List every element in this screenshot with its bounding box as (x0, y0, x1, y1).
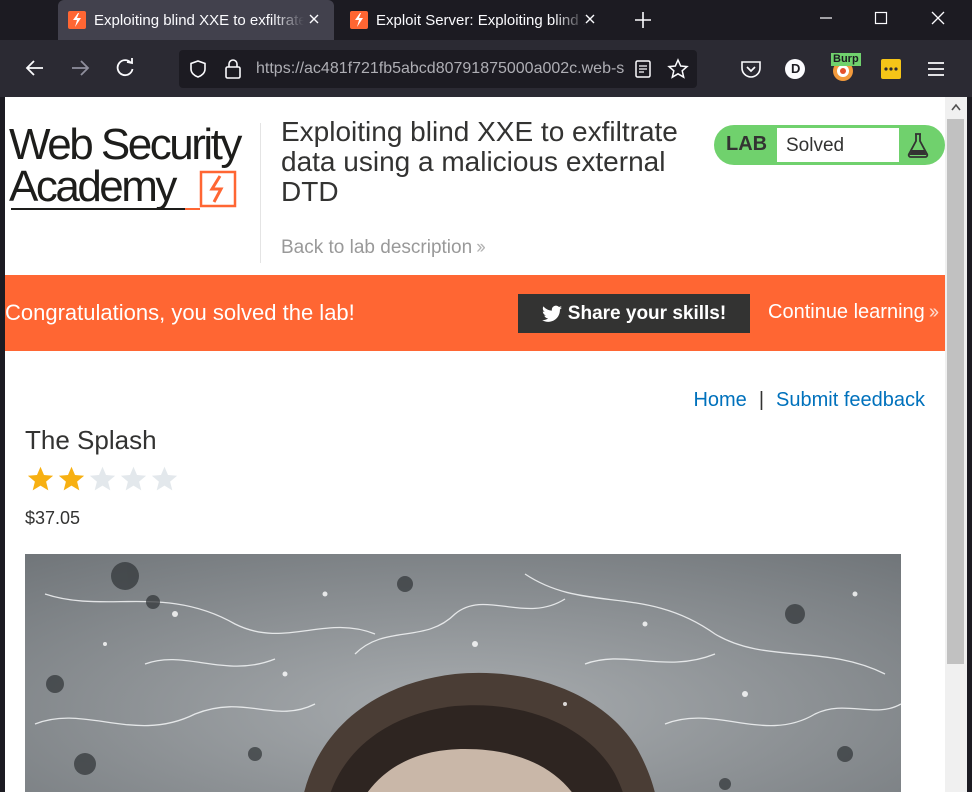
product-title: The Splash (25, 425, 157, 455)
web-page: Web Security Academy Exploiting blind XX… (5, 97, 945, 792)
scroll-up-arrow-icon[interactable] (951, 103, 961, 111)
close-tab-icon[interactable] (582, 11, 598, 27)
continue-learning-label: Continue learning (768, 301, 925, 323)
double-chevron-right-icon: ›› (476, 237, 486, 258)
navigation-toolbar: https://ac481f721fb5abcd80791875000a002c… (0, 40, 972, 97)
double-chevron-right-icon: ›› (928, 301, 939, 323)
tab-exploit-server[interactable]: Exploit Server: Exploiting blind XXE to … (340, 0, 610, 40)
web-security-academy-logo[interactable]: Web Security Academy (9, 123, 259, 215)
twitter-icon (541, 305, 562, 323)
header-divider (260, 123, 261, 263)
tab-lab[interactable]: Exploiting blind XXE to exfiltrate data … (58, 0, 334, 40)
tab-title: Exploiting blind XXE to exfiltrate data … (94, 11, 304, 29)
lab-status-value: Solved (786, 135, 845, 156)
product-rating (25, 465, 180, 493)
tab-bar: Exploiting blind XXE to exfiltrate data … (0, 0, 972, 40)
lab-status-widget: LAB Solved (714, 125, 945, 165)
nav-separator: | (758, 389, 765, 411)
lab-title: Exploiting blind XXE to exfiltrate data … (281, 116, 678, 207)
new-tab-icon[interactable] (632, 9, 654, 31)
web-security-academy-favicon-icon (68, 11, 86, 29)
burp-badge: Burp (831, 53, 861, 66)
shield-icon[interactable] (188, 59, 208, 84)
forward-arrow-icon[interactable] (65, 53, 95, 83)
maximize-icon[interactable] (853, 0, 909, 36)
scrollbar-thumb[interactable] (947, 119, 964, 664)
product-price: $37.05 (25, 508, 81, 528)
continue-learning-link[interactable]: Continue learning ›› (768, 301, 939, 324)
page-top-nav: Home | Submit feedback (693, 389, 925, 412)
web-security-academy-favicon-icon (350, 11, 368, 29)
congratulations-message: Congratulations, you solved the lab! (5, 300, 355, 325)
back-link-label: Back to lab description (281, 237, 473, 258)
pocket-icon[interactable] (740, 58, 762, 80)
address-bar[interactable]: https://ac481f721fb5abcd80791875000a002c… (179, 50, 697, 88)
lab-status-box: Solved (776, 127, 900, 163)
star-empty-icon (120, 466, 147, 491)
reload-icon[interactable] (110, 53, 140, 83)
share-skills-button[interactable]: Share your skills! (518, 294, 750, 333)
star-filled-icon (27, 466, 54, 491)
back-to-lab-description-link[interactable]: Back to lab description ›› (281, 237, 486, 259)
bookmark-star-icon[interactable] (667, 58, 689, 85)
reader-view-icon[interactable] (633, 59, 653, 84)
share-skills-label: Share your skills! (567, 302, 727, 324)
back-arrow-icon[interactable] (20, 53, 50, 83)
close-window-icon[interactable] (910, 0, 966, 36)
submit-feedback-link[interactable]: Submit feedback (776, 389, 925, 411)
lab-status-label: LAB (726, 133, 768, 155)
profile-initial: D (791, 61, 801, 76)
star-empty-icon (151, 466, 178, 491)
minimize-icon[interactable] (798, 0, 854, 36)
star-filled-icon (58, 466, 85, 491)
splash-photo-icon (25, 554, 901, 792)
hamburger-menu-icon[interactable] (925, 58, 947, 80)
solved-banner: Congratulations, you solved the lab! Sha… (5, 275, 945, 351)
url-text[interactable]: https://ac481f721fb5abcd80791875000a002c… (256, 60, 624, 78)
flask-icon (906, 132, 930, 158)
home-link[interactable]: Home (693, 389, 746, 411)
page-scrollbar[interactable] (945, 97, 967, 792)
star-empty-icon (89, 466, 116, 491)
lock-icon[interactable] (223, 58, 243, 85)
logo-line1: Web Security (9, 120, 242, 169)
close-tab-icon[interactable] (306, 11, 322, 27)
logo-underline-icon (11, 170, 237, 210)
product-image (25, 554, 901, 792)
profile-avatar-icon[interactable]: D (784, 58, 806, 80)
window-edge (967, 97, 972, 792)
extension-menu-icon[interactable] (880, 58, 902, 80)
burp-extension-icon[interactable]: Burp (830, 53, 861, 82)
tab-title: Exploit Server: Exploiting blind XXE to … (376, 11, 586, 29)
